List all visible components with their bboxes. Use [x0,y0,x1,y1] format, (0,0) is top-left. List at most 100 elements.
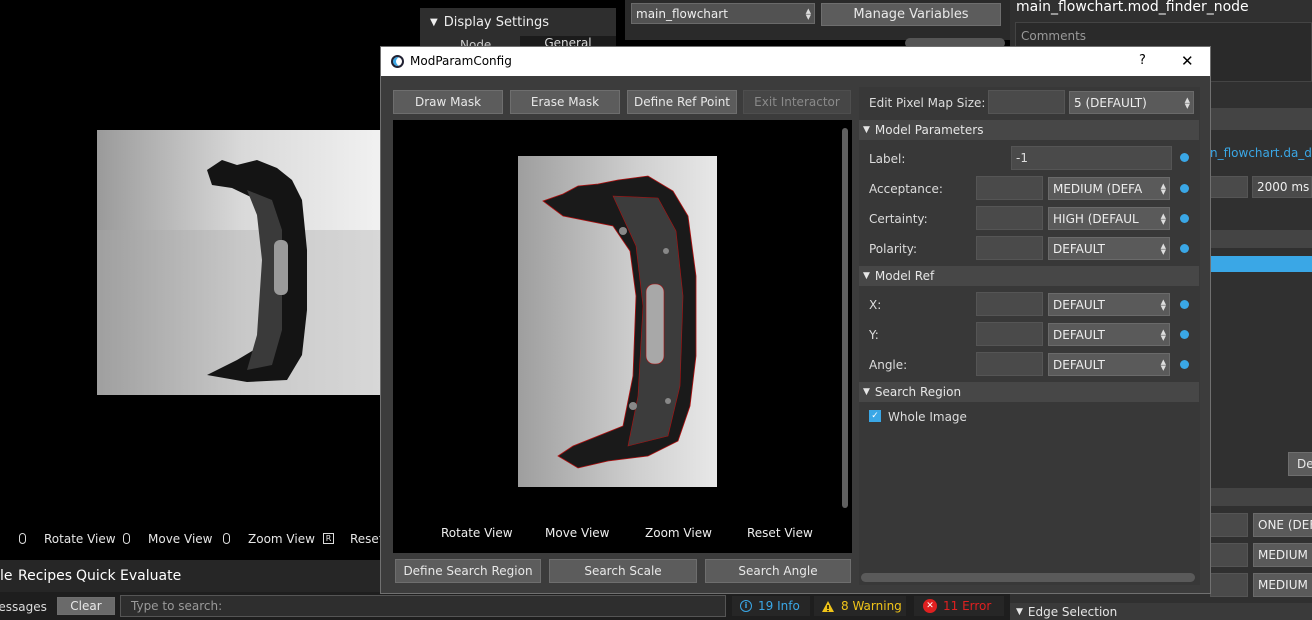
y-input[interactable] [976,322,1043,346]
pixel-map-input[interactable] [988,90,1065,114]
dialog-move-view[interactable]: Move View [545,526,609,540]
erase-mask-button[interactable]: Erase Mask [510,90,620,114]
pixel-map-label: Edit Pixel Map Size: [869,96,986,110]
status-dot [1180,300,1189,309]
spin-arrows-icon: ▲ ▼ [1160,297,1166,312]
main-rotate-view[interactable]: Rotate View [44,532,116,546]
mouse-right-icon [123,533,130,544]
angle-combo[interactable]: DEFAULT ▲ ▼ [1048,353,1170,376]
param-panel: Edit Pixel Map Size: 5 (DEFAULT) ▲ ▼ ▼ Mo… [859,87,1200,585]
warning-icon [822,600,834,612]
node-title: main_flowchart.mod_finder_node [1016,0,1249,15]
angle-label: Angle: [869,358,908,372]
main-viewer[interactable] [0,0,420,560]
dialog-titlebar[interactable]: ModParamConfig ? ✕ [381,47,1210,76]
label-input[interactable]: -1 [1011,146,1172,170]
collapse-triangle-icon: ▼ [863,387,870,397]
status-dot [1180,184,1189,193]
variable-link[interactable]: n_flowchart.da_de [1210,146,1312,160]
define-search-region-button[interactable]: Define Search Region [395,559,541,583]
bottom-tab-strip: le Recipes Quick Evaluate [0,560,380,592]
message-search-input[interactable]: Type to search: [120,595,726,617]
search-angle-button[interactable]: Search Angle [705,559,851,583]
timeout-field[interactable] [1210,176,1248,198]
r-key-icon: R [323,533,334,544]
dialog-rotate-view[interactable]: Rotate View [441,526,513,540]
timeout-value[interactable]: 2000 ms [1252,176,1312,198]
selection-highlight [1210,256,1312,272]
delete-button[interactable]: Del [1288,452,1312,476]
search-region-header[interactable]: ▼ Search Region [859,382,1199,402]
pixel-map-combo[interactable]: 5 (DEFAULT) ▲ ▼ [1069,91,1194,114]
dialog-zoom-view[interactable]: Zoom View [645,526,712,540]
one-combo[interactable]: ONE (DEF [1253,513,1312,537]
dialog-reset-view[interactable]: Reset View [747,526,813,540]
main-zoom-view[interactable]: Zoom View [248,532,315,546]
draw-mask-button[interactable]: Draw Mask [393,90,503,114]
viewer-scrollbar[interactable] [842,128,848,508]
spin-arrows-icon: ▲ ▼ [1160,241,1166,256]
help-button[interactable]: ? [1139,53,1146,68]
medium-combo-2[interactable]: MEDIUM [1253,573,1312,597]
model-parameters-header[interactable]: ▼ Model Parameters [859,120,1199,140]
collapse-triangle-icon: ▼ [863,271,870,281]
define-ref-point-button[interactable]: Define Ref Point [627,90,737,114]
y-combo[interactable]: DEFAULT ▲ ▼ [1048,323,1170,346]
mouse-wheel-icon [223,533,230,544]
x-label: X: [869,298,882,312]
edge-selection-header[interactable]: ▼ Edge Selection [1010,603,1312,620]
messages-bar: Messages Clear Type to search: i 19 Info… [0,592,1010,620]
status-dot [1180,214,1189,223]
x-combo[interactable]: DEFAULT ▲ ▼ [1048,293,1170,316]
tab-recipes[interactable]: Recipes [18,568,72,584]
close-icon[interactable]: ✕ [1181,52,1194,70]
info-icon: i [740,600,752,612]
status-dot [1180,360,1189,369]
app-logo-icon [391,55,404,68]
tab-quick-evaluate[interactable]: Quick Evaluate [76,568,181,584]
mouse-left-icon [19,533,26,544]
search-scale-button[interactable]: Search Scale [549,559,697,583]
certainty-label: Certainty: [869,212,928,226]
spin-arrows-icon: ▲ ▼ [1184,95,1190,110]
polarity-input[interactable] [976,236,1043,260]
main-reset-view[interactable]: Reset [350,532,384,546]
info-filter[interactable]: i 19 Info [732,596,810,616]
x-input[interactable] [976,292,1043,316]
spin-arrows-icon: ▲ ▼ [805,6,811,21]
display-settings-panel: ▼ Display Settings Node General [420,8,616,52]
y-label: Y: [869,328,879,342]
whole-image-checkbox[interactable]: ✓ [869,410,881,422]
angle-input[interactable] [976,352,1043,376]
dialog-viewer[interactable]: Rotate View Move View Zoom View Reset Vi… [393,120,852,553]
model-ref-header[interactable]: ▼ Model Ref [859,266,1199,286]
main-move-view[interactable]: Move View [148,532,212,546]
error-icon: ✕ [923,599,937,613]
polarity-combo[interactable]: DEFAULT ▲ ▼ [1048,237,1170,260]
certainty-combo[interactable]: HIGH (DEFAUL ▲ ▼ [1048,207,1170,230]
acceptance-combo[interactable]: MEDIUM (DEFA ▲ ▼ [1048,177,1170,200]
whole-image-label: Whole Image [888,410,967,424]
clear-button[interactable]: Clear [57,597,115,615]
warning-filter[interactable]: 8 Warning [814,596,906,616]
display-settings-header[interactable]: ▼ Display Settings [420,8,616,36]
top-bar: main_flowchart ▲ ▼ Manage Variables [625,0,1010,48]
error-filter[interactable]: ✕ 11 Error [914,596,1004,616]
spin-arrows-icon: ▲ ▼ [1160,211,1166,226]
tab-partial[interactable]: le [0,568,13,584]
status-dot [1180,153,1189,162]
label-label: Label: [869,152,906,166]
main-depth-image [97,130,387,395]
collapse-triangle-icon: ▼ [863,125,870,135]
spin-arrows-icon: ▲ ▼ [1160,181,1166,196]
status-dot [1180,330,1189,339]
exit-interactor-button[interactable]: Exit Interactor [743,90,851,114]
model-image [518,156,717,487]
medium-combo-1[interactable]: MEDIUM [1253,543,1312,567]
flowchart-select[interactable]: main_flowchart ▲ ▼ [631,3,815,24]
polarity-label: Polarity: [869,242,918,256]
certainty-input[interactable] [976,206,1043,230]
manage-variables-button[interactable]: Manage Variables [821,3,1001,26]
param-panel-scrollbar[interactable] [861,573,1195,582]
acceptance-input[interactable] [976,176,1043,200]
